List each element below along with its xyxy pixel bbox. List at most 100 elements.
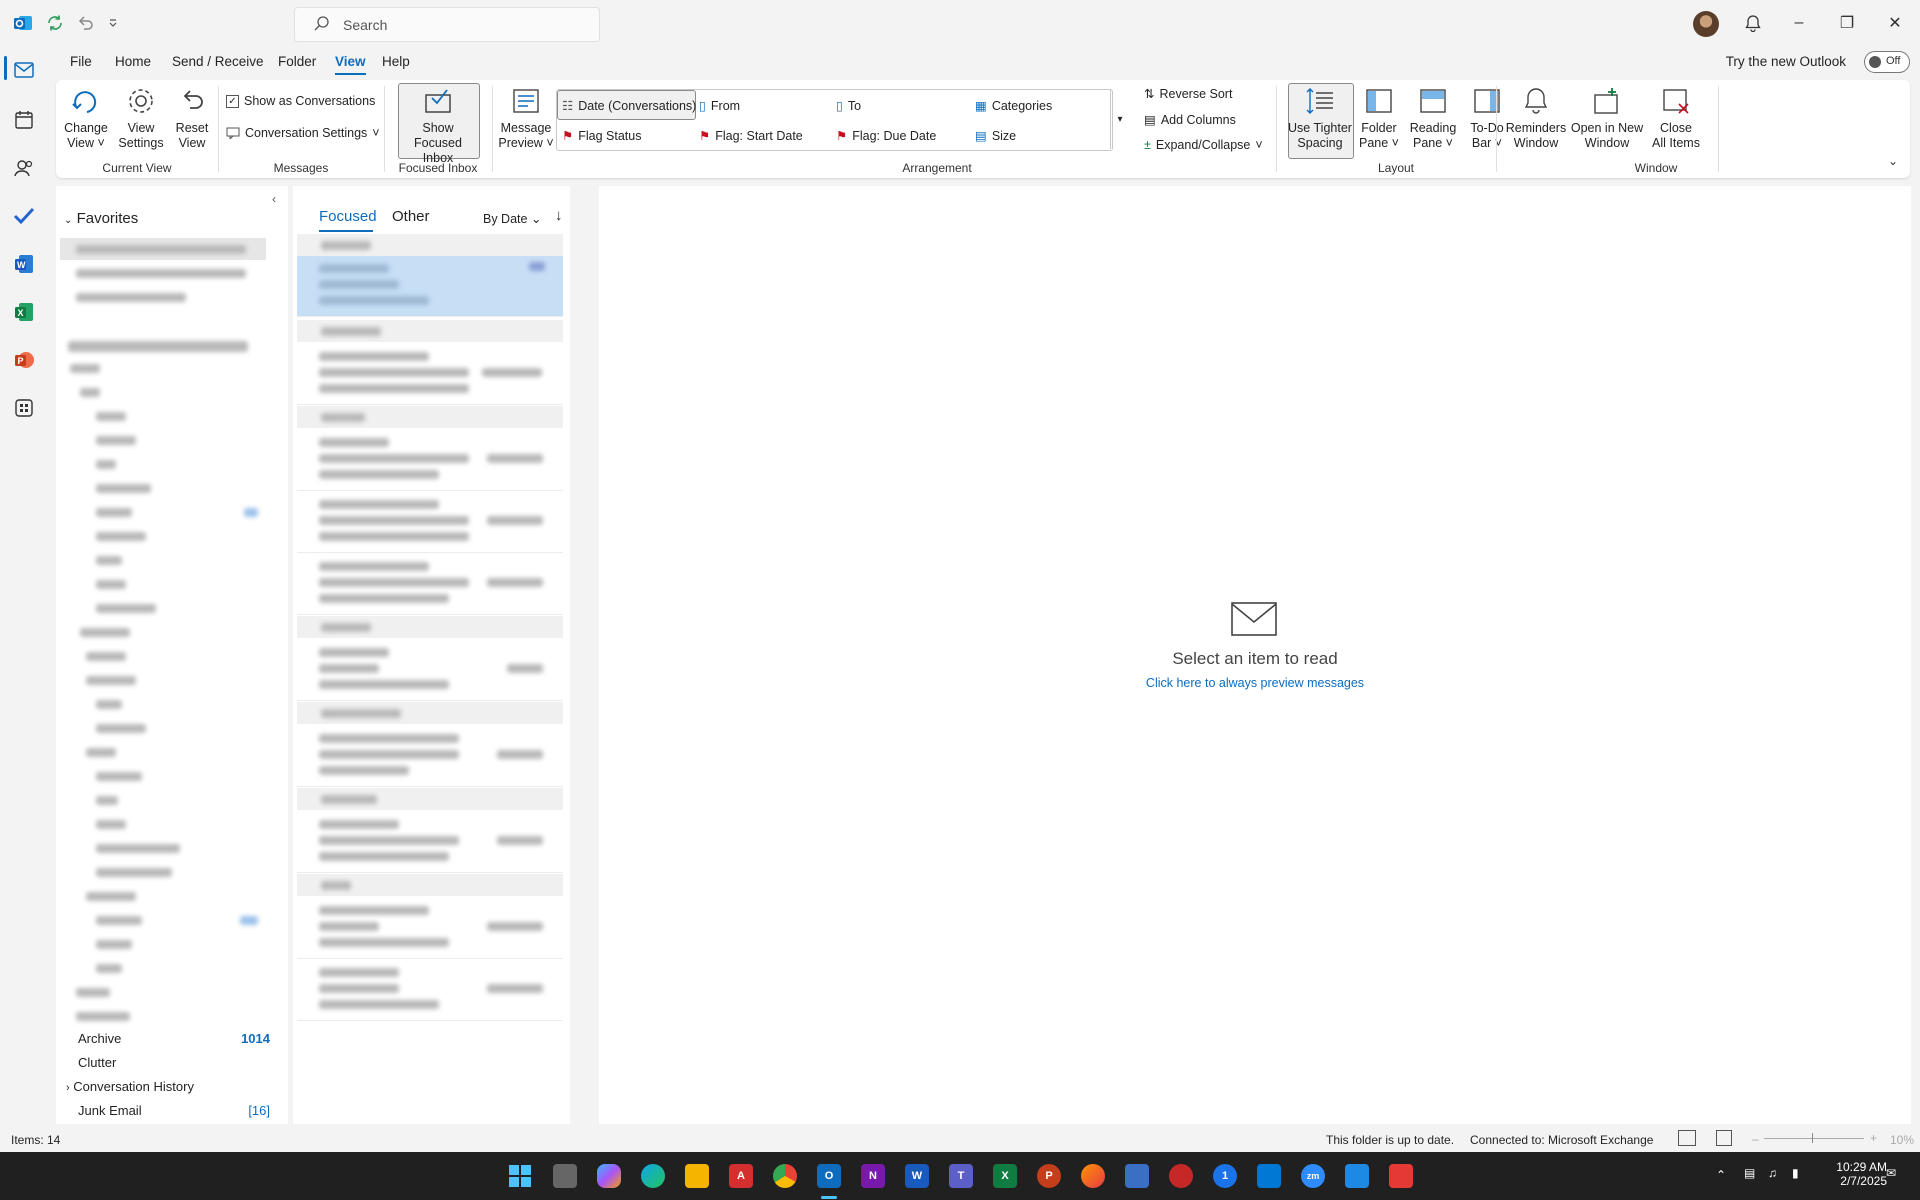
list-item[interactable]: [297, 726, 563, 787]
collapse-ribbon-icon[interactable]: ⌄: [1888, 154, 1898, 168]
zoom-in-icon[interactable]: +: [1870, 1131, 1877, 1145]
favorites-header[interactable]: ⌄ Favorites: [64, 210, 138, 227]
menu-send-receive[interactable]: Send / Receive: [172, 54, 264, 69]
close-all-items-button[interactable]: Close All Items: [1646, 84, 1706, 151]
menu-folder[interactable]: Folder: [278, 54, 316, 69]
network-icon[interactable]: ▤: [1744, 1166, 1755, 1180]
menu-view[interactable]: View: [335, 54, 366, 75]
copilot-icon[interactable]: [597, 1164, 621, 1188]
list-item[interactable]: [297, 812, 563, 873]
task-view-icon[interactable]: [553, 1164, 577, 1188]
undo-icon[interactable]: [74, 12, 96, 34]
chrome-icon[interactable]: [773, 1164, 797, 1188]
app-red-square-icon[interactable]: [1389, 1164, 1413, 1188]
notification-bell-icon[interactable]: [1742, 12, 1764, 34]
app-blue-window-icon[interactable]: [1257, 1164, 1281, 1188]
show-as-conversations-checkbox[interactable]: ✓ Show as Conversations: [226, 94, 375, 108]
teams-icon[interactable]: T: [949, 1164, 973, 1188]
powerpoint-icon[interactable]: P: [12, 348, 36, 372]
remote-desktop-icon[interactable]: [1125, 1164, 1149, 1188]
quick-access-dropdown-icon[interactable]: [102, 12, 124, 34]
outlook-taskbar-icon[interactable]: O: [817, 1164, 841, 1188]
menu-home[interactable]: Home: [115, 54, 151, 69]
menu-file[interactable]: File: [70, 54, 92, 69]
view-settings-button[interactable]: View Settings: [115, 84, 167, 151]
zoom-app-icon[interactable]: zm: [1301, 1164, 1325, 1188]
people-icon[interactable]: [12, 156, 36, 180]
word-icon[interactable]: W: [12, 252, 36, 276]
list-item[interactable]: [297, 492, 563, 553]
powerpoint-taskbar-icon[interactable]: P: [1037, 1164, 1061, 1188]
new-outlook-toggle[interactable]: Off: [1864, 51, 1910, 73]
add-columns-button[interactable]: ▤ Add Columns: [1144, 112, 1236, 128]
acrobat-icon[interactable]: A: [729, 1164, 753, 1188]
folder-junk-email[interactable]: Junk Email [16]: [78, 1103, 278, 1118]
arrange-date-conversations[interactable]: ☷ Date (Conversations): [562, 98, 696, 114]
sync-icon[interactable]: [44, 12, 66, 34]
onenote-icon[interactable]: N: [861, 1164, 885, 1188]
file-explorer-icon[interactable]: [685, 1164, 709, 1188]
excel-icon[interactable]: X: [12, 300, 36, 324]
gallery-more-icon[interactable]: ▾: [1110, 89, 1129, 149]
restore-button[interactable]: ❐: [1824, 0, 1870, 46]
list-item[interactable]: [297, 430, 563, 491]
list-item[interactable]: [297, 898, 563, 959]
change-view-button[interactable]: Change View ˅: [60, 84, 112, 151]
mail-icon[interactable]: [12, 58, 36, 82]
sort-direction-arrow-icon[interactable]: ↓: [555, 207, 563, 224]
arrange-from[interactable]: ▯ From: [699, 98, 740, 114]
conversation-settings-button[interactable]: Conversation Settings ˅: [226, 126, 380, 140]
edge-icon[interactable]: [641, 1164, 665, 1188]
open-in-new-window-button[interactable]: Open in New Window: [1570, 84, 1644, 151]
minimize-button[interactable]: –: [1776, 0, 1822, 46]
list-item[interactable]: [297, 554, 563, 615]
menu-help[interactable]: Help: [382, 54, 410, 69]
app-red-icon[interactable]: [1169, 1164, 1193, 1188]
arrange-size[interactable]: ▤ Size: [975, 128, 1016, 144]
show-focused-inbox-button[interactable]: Show Focused Inbox: [398, 84, 478, 166]
1password-icon[interactable]: 1: [1213, 1164, 1237, 1188]
folder-pane-button[interactable]: Folder Pane ˅: [1354, 84, 1404, 151]
reverse-sort-button[interactable]: ⇅ Reverse Sort: [1144, 86, 1232, 102]
list-item[interactable]: [297, 640, 563, 701]
arrange-flag-start-date[interactable]: ⚑ Flag: Start Date: [699, 128, 803, 144]
arrange-to[interactable]: ▯ To: [836, 98, 861, 114]
list-item[interactable]: [297, 960, 563, 1021]
arrange-flag-status[interactable]: ⚑ Flag Status: [562, 128, 641, 144]
list-item[interactable]: [297, 256, 563, 317]
more-apps-icon[interactable]: [12, 396, 36, 420]
battery-icon[interactable]: ▮: [1792, 1166, 1799, 1180]
search-box[interactable]: Search: [294, 7, 600, 42]
arrange-flag-due-date[interactable]: ⚑ Flag: Due Date: [836, 128, 936, 144]
message-preview-button[interactable]: Message Preview ˅: [496, 84, 556, 151]
always-preview-link[interactable]: Click here to always preview messages: [1055, 676, 1455, 690]
app-person-icon[interactable]: [1345, 1164, 1369, 1188]
notification-center-icon[interactable]: ✉: [1886, 1166, 1896, 1180]
close-window-button[interactable]: ✕: [1872, 0, 1918, 46]
firefox-icon[interactable]: [1081, 1164, 1105, 1188]
reset-view-button[interactable]: Reset View: [168, 84, 216, 151]
windows-start-icon[interactable]: [508, 1164, 532, 1188]
clock[interactable]: 10:29 AM 2/7/2025: [1823, 1160, 1887, 1188]
sort-by-date-dropdown[interactable]: By Date ⌄: [483, 211, 541, 226]
zoom-slider[interactable]: [1764, 1138, 1864, 1139]
reading-view-icon[interactable]: [1716, 1130, 1732, 1146]
zoom-out-icon[interactable]: –: [1752, 1132, 1759, 1146]
tab-focused[interactable]: Focused: [319, 208, 377, 225]
folder-clutter[interactable]: Clutter: [78, 1055, 116, 1070]
list-item[interactable]: [297, 344, 563, 405]
reminders-window-button[interactable]: Reminders Window: [1504, 84, 1568, 151]
expand-collapse-button[interactable]: ± Expand/Collapse ˅: [1144, 138, 1263, 152]
collapse-folder-pane-icon[interactable]: ‹: [272, 192, 276, 206]
tab-other[interactable]: Other: [392, 208, 430, 225]
calendar-icon[interactable]: [12, 108, 36, 132]
arrange-categories[interactable]: ▦ Categories: [975, 98, 1052, 114]
todo-icon[interactable]: [12, 204, 36, 228]
folder-conversation-history[interactable]: › Conversation History: [66, 1079, 194, 1094]
reading-pane-button[interactable]: Reading Pane ˅: [1406, 84, 1460, 151]
folder-archive[interactable]: Archive 1014: [78, 1031, 278, 1046]
use-tighter-spacing-button[interactable]: Use Tighter Spacing: [1288, 84, 1352, 151]
excel-taskbar-icon[interactable]: X: [993, 1164, 1017, 1188]
normal-view-icon[interactable]: [1678, 1130, 1696, 1146]
tray-overflow-icon[interactable]: ⌃: [1716, 1168, 1726, 1182]
